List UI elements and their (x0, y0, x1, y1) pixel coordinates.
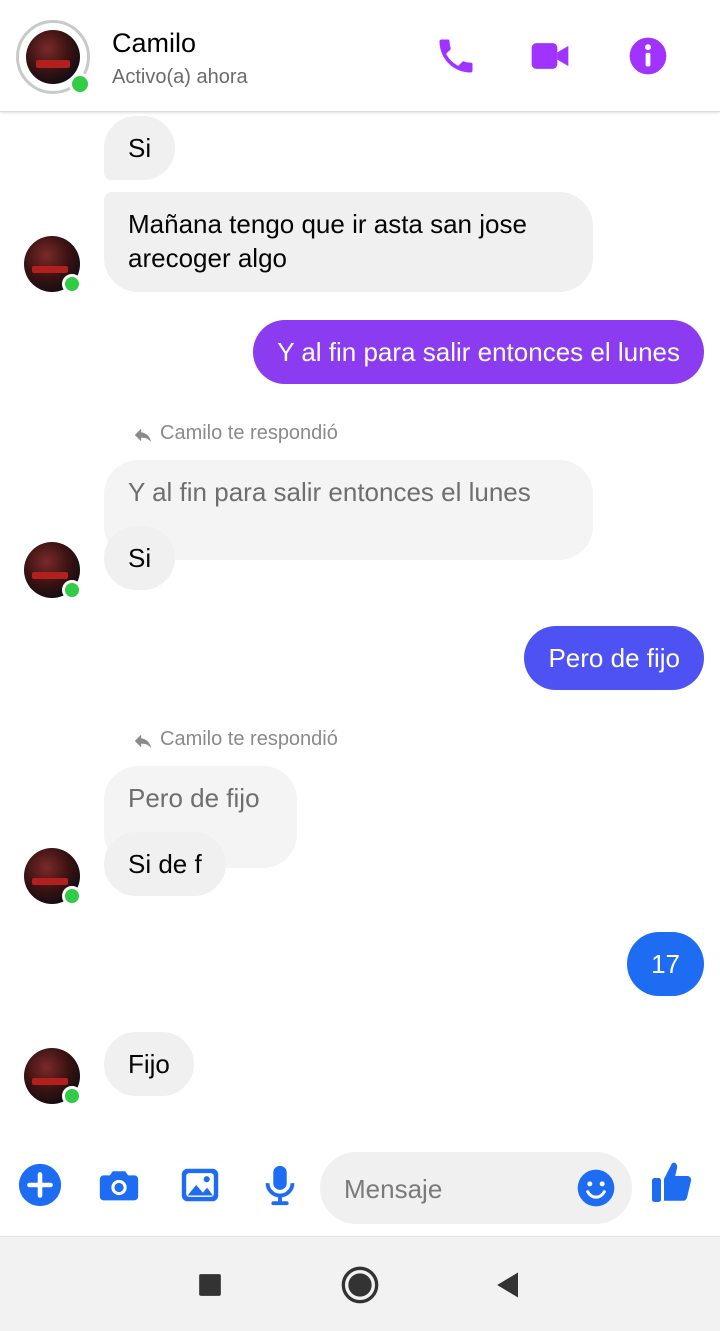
thumbs-up-icon[interactable] (648, 1158, 696, 1206)
message-text: Fijo (128, 1049, 170, 1079)
sender-avatar[interactable] (24, 542, 82, 600)
video-camera-icon[interactable] (528, 34, 572, 78)
contact-name[interactable]: Camilo (112, 28, 196, 59)
reply-note: Camilo te respondió (134, 422, 338, 445)
sender-avatar[interactable] (24, 236, 82, 294)
message-incoming[interactable]: Si de f (104, 832, 226, 896)
phone-icon[interactable] (434, 34, 478, 78)
reply-note-text: Camilo te respondió (160, 422, 338, 444)
message-text: Y al fin para salir entonces el lunes (277, 337, 680, 367)
info-icon[interactable] (626, 34, 670, 78)
message-input-container (320, 1152, 632, 1224)
message-incoming[interactable]: Mañana tengo que ir asta san jose arecog… (104, 192, 593, 292)
reply-arrow-icon (134, 428, 152, 443)
message-text: Mañana tengo que ir asta san jose (128, 209, 527, 239)
message-text: arecoger algo (128, 243, 287, 273)
home-icon[interactable] (340, 1265, 380, 1305)
online-indicator (62, 1086, 82, 1106)
sender-avatar[interactable] (24, 848, 82, 906)
contact-status: Activo(a) ahora (112, 66, 248, 88)
reply-note: Camilo te respondió (134, 728, 338, 751)
message-text: Si (128, 543, 152, 573)
message-input[interactable] (344, 1172, 564, 1206)
plus-icon[interactable] (17, 1162, 63, 1208)
online-indicator (69, 73, 91, 95)
chat-header: Camilo Activo(a) ahora (0, 0, 720, 112)
quoted-text: Pero de fijo (128, 783, 260, 813)
message-outgoing[interactable]: Y al fin para salir entonces el lunes (253, 320, 704, 384)
message-text: Si (128, 133, 152, 163)
emoji-icon[interactable] (576, 1168, 616, 1208)
message-incoming[interactable]: Si (104, 116, 176, 180)
quoted-text: Y al fin para salir entonces el lunes (128, 477, 531, 507)
sender-avatar[interactable] (24, 1048, 82, 1106)
message-text: 17 (651, 949, 680, 979)
contact-avatar[interactable] (16, 20, 91, 95)
back-icon[interactable] (488, 1265, 528, 1305)
quoted-message[interactable]: Y al fin para salir entonces el lunes (104, 460, 593, 560)
system-navigation-bar (0, 1236, 720, 1331)
image-icon[interactable] (177, 1162, 223, 1208)
microphone-icon[interactable] (257, 1162, 303, 1208)
message-text: Si de f (128, 849, 202, 879)
camera-icon[interactable] (96, 1162, 142, 1208)
recent-apps-icon[interactable] (190, 1265, 230, 1305)
message-incoming[interactable]: Si (104, 526, 176, 590)
message-incoming[interactable]: Fijo (104, 1032, 194, 1096)
online-indicator (62, 886, 82, 906)
online-indicator (62, 274, 82, 294)
reply-note-text: Camilo te respondió (160, 728, 338, 750)
message-text: Pero de fijo (548, 643, 680, 673)
message-outgoing[interactable]: 17 (627, 932, 704, 996)
online-indicator (62, 580, 82, 600)
message-outgoing[interactable]: Pero de fijo (524, 626, 704, 690)
reply-arrow-icon (134, 734, 152, 749)
